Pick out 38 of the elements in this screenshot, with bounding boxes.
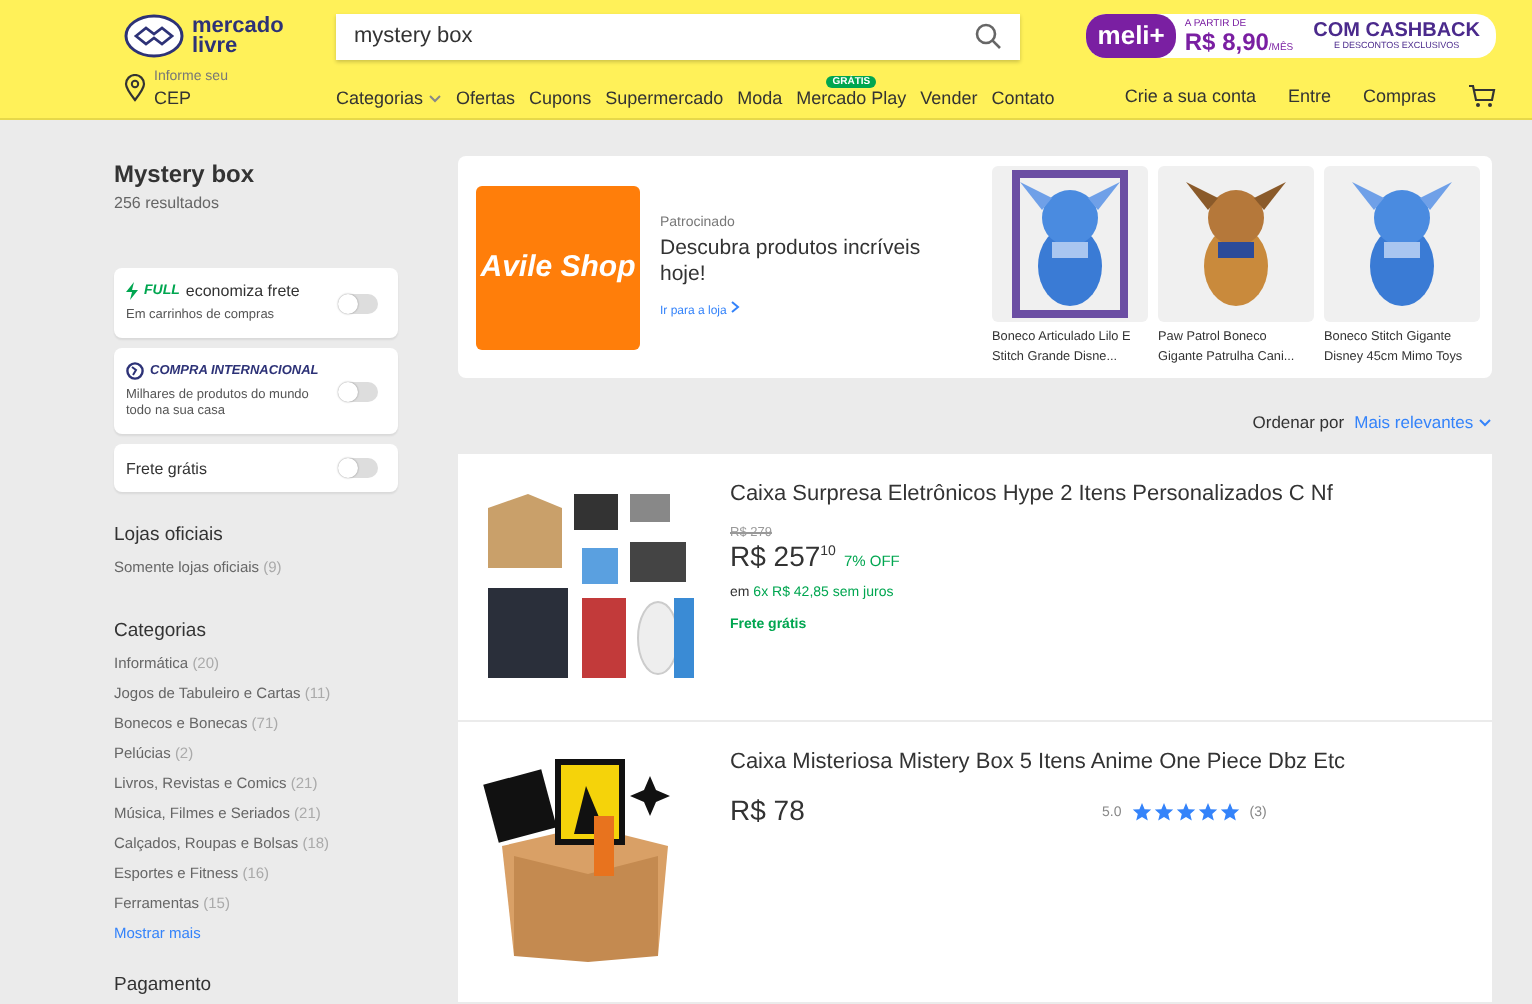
chevron-right-icon — [730, 300, 741, 314]
product-title[interactable]: Caixa Surpresa Eletrônicos Hype 2 Itens Personalizados C Nf — [730, 482, 1472, 506]
logo-text[interactable]: mercado livre — [192, 16, 284, 56]
brand-badge: meli+ — [1085, 14, 1177, 58]
toggle-switch[interactable] — [338, 293, 378, 313]
location-pin-icon[interactable] — [124, 74, 146, 102]
chevron-down-icon — [428, 94, 443, 104]
cart-icon[interactable] — [1468, 84, 1496, 108]
nav-link[interactable]: Contato — [991, 88, 1055, 108]
product-title[interactable]: Caixa Misteriosa Mistery Box 5 Itens Anime One Piece Dbz Etc — [730, 750, 1472, 774]
filter-heading: Categorias — [114, 620, 208, 642]
filter-label: economiza frete — [185, 282, 300, 300]
nav-link[interactable]: Cupons — [529, 88, 592, 108]
filter-heading: Pagamento — [114, 974, 214, 996]
nav-link[interactable]: Ofertas — [456, 88, 516, 108]
toggle-switch[interactable] — [338, 458, 378, 478]
ad-headline: Descubra produtos incríveis hoje! — [660, 236, 923, 288]
nav-link[interactable]: Vender — [920, 88, 978, 108]
toggle-switch[interactable] — [338, 381, 378, 401]
account-link[interactable]: Compras — [1362, 86, 1436, 106]
filter-heading: Lojas oficiais — [114, 524, 225, 546]
nav-link[interactable]: Categorias — [336, 88, 443, 108]
nav-link[interactable]: Moda — [737, 88, 783, 108]
nav-link[interactable]: Supermercado — [605, 88, 724, 108]
lightning-icon — [126, 282, 138, 300]
search-icon[interactable] — [974, 21, 1002, 49]
account-link[interactable]: Entre — [1287, 86, 1331, 106]
results-count: 256 resultados — [114, 194, 221, 212]
promo-headline: COM CASHBACK — [1313, 21, 1480, 42]
account-link[interactable]: Crie a sua conta — [1124, 86, 1256, 106]
nav-link[interactable]: Mercado Play — [796, 88, 907, 108]
price: R$ 257$^{10}$ — [730, 540, 836, 572]
search-title: Mystery box — [114, 160, 257, 188]
filter-label: Frete grátis — [126, 459, 209, 477]
chevron-down-icon — [1478, 418, 1492, 428]
sort-label: Ordenar por — [1252, 412, 1345, 432]
price: R$ 78 — [730, 794, 805, 826]
search-field[interactable]: mystery box — [336, 13, 1020, 59]
